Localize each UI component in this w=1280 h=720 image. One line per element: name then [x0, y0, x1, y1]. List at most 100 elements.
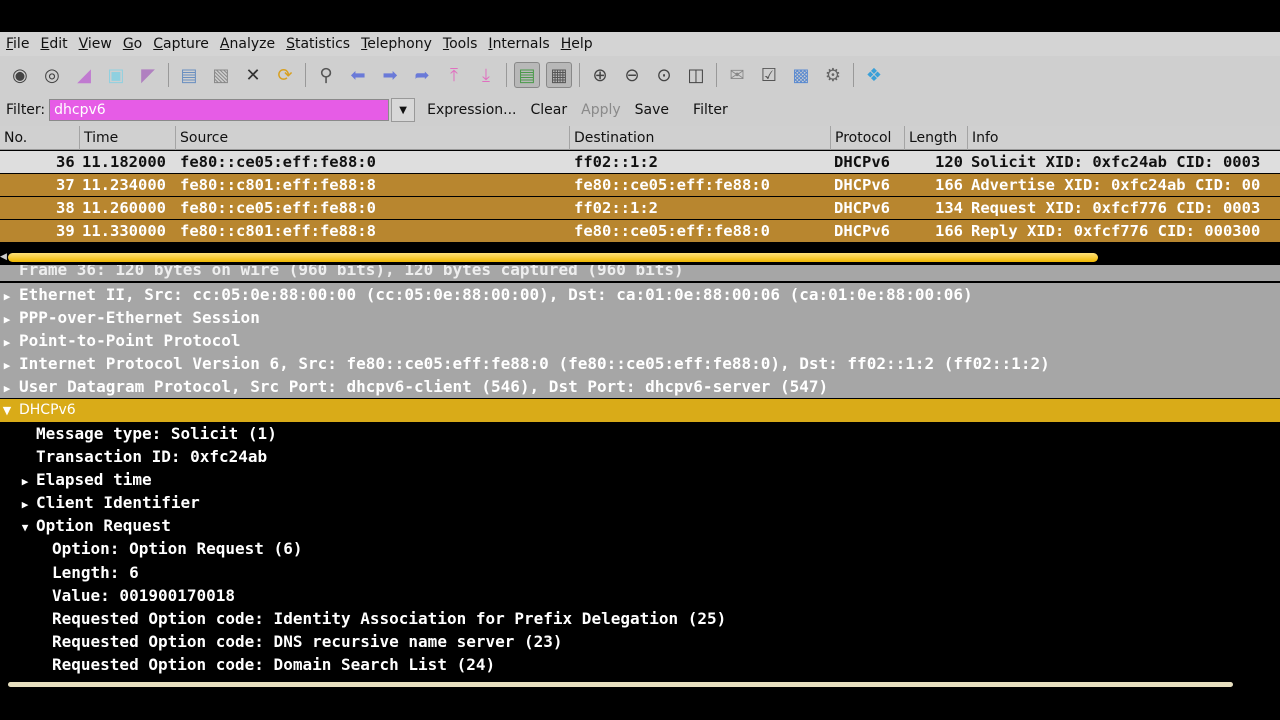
packet-row-selected[interactable]: 36 11.182000 fe80::ce05:eff:fe88:0 ff02:… [0, 151, 1280, 173]
save-file-icon[interactable]: ▧ [208, 62, 234, 88]
column-no[interactable]: No. [0, 126, 80, 150]
reload-icon[interactable]: ⟳ [272, 62, 298, 88]
display-filters-icon[interactable]: ☑ [756, 62, 782, 88]
collapse-arrow-icon[interactable]: ▼ [18, 516, 32, 539]
tree-ppp[interactable]: ▶ Point-to-Point Protocol [0, 329, 1280, 352]
open-file-icon[interactable]: ▤ [176, 62, 202, 88]
colorize-icon[interactable]: ▤ [514, 62, 540, 88]
expression-button[interactable]: Expression... [427, 102, 516, 118]
coloring-rules-icon[interactable]: ▩ [788, 62, 814, 88]
display-filter-input[interactable] [49, 99, 390, 121]
column-time[interactable]: Time [80, 126, 176, 150]
column-destination[interactable]: Destination [570, 126, 831, 150]
packet-info: Request XID: 0xfcf776 CID: 0003 [971, 199, 1261, 217]
tree-option-request[interactable]: ▼ Option Request [18, 514, 171, 537]
tree-pppoe[interactable]: ▶ PPP-over-Ethernet Session [0, 306, 1280, 329]
column-source[interactable]: Source [176, 126, 570, 150]
tree-ipv6[interactable]: ▶ Internet Protocol Version 6, Src: fe80:… [0, 352, 1280, 375]
help-icon[interactable]: ❖ [861, 62, 887, 88]
packet-time: 11.234000 [82, 176, 166, 194]
toolbar-separator [506, 63, 507, 87]
menu-telephony[interactable]: Telephony [355, 36, 437, 52]
tree-ethernet[interactable]: ▶ Ethernet II, Src: cc:05:0e:88:00:00 (cc… [0, 283, 1280, 306]
column-info[interactable]: Info [968, 126, 1280, 150]
column-length[interactable]: Length [905, 126, 968, 150]
preferences-icon[interactable]: ⚙ [820, 62, 846, 88]
restart-capture-icon[interactable]: ◤ [135, 62, 161, 88]
menu-tools[interactable]: Tools [437, 36, 483, 52]
menu-edit[interactable]: Edit [34, 36, 72, 52]
scroll-left-icon[interactable]: ◀ [0, 252, 7, 262]
expand-arrow-icon[interactable]: ▶ [0, 331, 14, 354]
field-requested-option[interactable]: Requested Option code: Identity Associat… [52, 607, 726, 630]
packet-info: Reply XID: 0xfcf776 CID: 000300 [971, 222, 1261, 240]
scrollbar-thumb[interactable] [8, 682, 1233, 687]
tree-udp[interactable]: ▶ User Datagram Protocol, Src Port: dhcpv… [0, 375, 1280, 398]
tree-elapsed-time-label: Elapsed time [36, 470, 152, 489]
field-option[interactable]: Option: Option Request (6) [52, 537, 302, 560]
menu-capture[interactable]: Capture [147, 36, 214, 52]
start-capture-icon[interactable]: ◢ [71, 62, 97, 88]
details-hscrollbar[interactable] [0, 680, 1280, 688]
apply-button[interactable]: Apply [581, 102, 621, 118]
filter-button[interactable]: Filter [693, 102, 728, 118]
menu-file[interactable]: File [0, 36, 34, 52]
tree-frame[interactable]: Frame 36: 120 bytes on wire (960 bits), … [0, 265, 1280, 281]
close-file-icon[interactable]: ✕ [240, 62, 266, 88]
packet-time: 11.182000 [82, 153, 166, 171]
column-protocol[interactable]: Protocol [831, 126, 905, 150]
menu-help[interactable]: Help [555, 36, 598, 52]
find-packet-icon[interactable]: ⚲ [313, 62, 339, 88]
expand-arrow-icon[interactable]: ▶ [0, 308, 14, 331]
packet-length: 134 [935, 199, 963, 217]
menu-view[interactable]: View [73, 36, 117, 52]
expand-arrow-icon[interactable]: ▶ [0, 377, 14, 400]
collapse-arrow-icon[interactable]: ▼ [0, 399, 14, 422]
menu-statistics[interactable]: Statistics [280, 36, 355, 52]
field-message-type[interactable]: Message type: Solicit (1) [36, 422, 277, 445]
go-first-icon[interactable]: ⤒ [441, 62, 467, 88]
menu-go[interactable]: Go [117, 36, 147, 52]
packet-row[interactable]: 39 11.330000 fe80::c801:eff:fe88:8 fe80:… [0, 220, 1280, 242]
expand-arrow-icon[interactable]: ▶ [18, 470, 32, 493]
zoom-in-icon[interactable]: ⊕ [587, 62, 613, 88]
tree-dhcpv6[interactable]: ▼ DHCPv6 [0, 399, 1280, 422]
field-requested-option[interactable]: Requested Option code: Domain Search Lis… [52, 653, 495, 676]
save-button[interactable]: Save [635, 102, 669, 118]
packet-row[interactable]: 37 11.234000 fe80::c801:eff:fe88:8 fe80:… [0, 174, 1280, 196]
resize-columns-icon[interactable]: ◫ [683, 62, 709, 88]
go-back-icon[interactable]: ⬅ [345, 62, 371, 88]
field-requested-option[interactable]: Requested Option code: DNS recursive nam… [52, 630, 563, 653]
scrollbar-thumb[interactable] [8, 253, 1098, 262]
expand-arrow-icon[interactable]: ▶ [0, 285, 14, 308]
tree-elapsed-time[interactable]: ▶ Elapsed time [18, 468, 152, 491]
field-value[interactable]: Value: 001900170018 [52, 584, 235, 607]
packet-source: fe80::ce05:eff:fe88:0 [180, 153, 376, 171]
go-last-icon[interactable]: ⤓ [473, 62, 499, 88]
packet-row[interactable]: 38 11.260000 fe80::ce05:eff:fe88:0 ff02:… [0, 197, 1280, 219]
tree-frame-label: Frame 36: 120 bytes on wire (960 bits), … [19, 265, 684, 279]
packet-no: 36 [56, 153, 75, 171]
zoom-normal-icon[interactable]: ⊙ [651, 62, 677, 88]
menu-bar: File Edit View Go Capture Analyze Statis… [0, 32, 1280, 56]
filter-history-dropdown[interactable]: ▼ [391, 98, 416, 122]
auto-scroll-icon[interactable]: ▦ [546, 62, 572, 88]
menu-internals[interactable]: Internals [482, 36, 554, 52]
packet-no: 39 [56, 222, 75, 240]
field-length[interactable]: Length: 6 [52, 561, 139, 584]
expand-arrow-icon[interactable]: ▶ [0, 354, 14, 377]
interface-list-icon[interactable]: ◉ [7, 62, 33, 88]
capture-options-icon[interactable]: ◎ [39, 62, 65, 88]
tree-client-identifier[interactable]: ▶ Client Identifier [18, 491, 200, 514]
go-forward-icon[interactable]: ➡ [377, 62, 403, 88]
clear-button[interactable]: Clear [531, 102, 568, 118]
toolbar-separator [716, 63, 717, 87]
stop-capture-icon[interactable]: ▣ [103, 62, 129, 88]
zoom-out-icon[interactable]: ⊖ [619, 62, 645, 88]
expand-arrow-icon[interactable]: ▶ [18, 493, 32, 516]
capture-filters-icon[interactable]: ✉ [724, 62, 750, 88]
menu-analyze[interactable]: Analyze [214, 36, 280, 52]
go-to-packet-icon[interactable]: ➦ [409, 62, 435, 88]
field-transaction-id[interactable]: Transaction ID: 0xfc24ab [36, 445, 267, 468]
packet-list-hscrollbar[interactable]: ◀ [0, 249, 1280, 265]
